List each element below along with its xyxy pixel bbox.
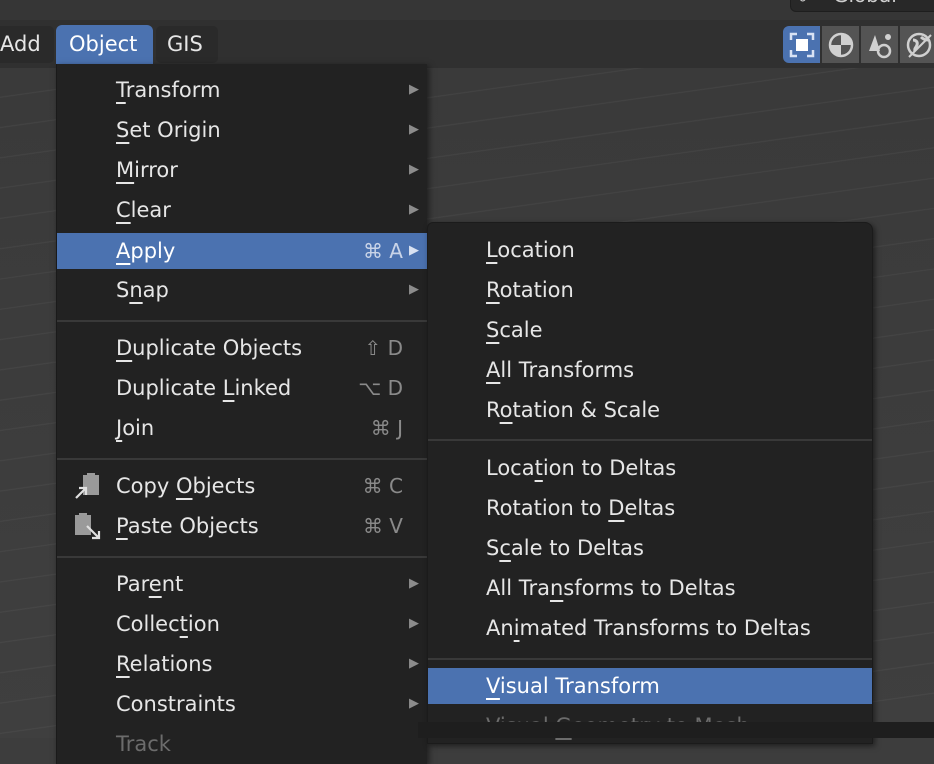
object-menu-item-constraints[interactable]: Constraints ▶ — [57, 686, 427, 722]
submenu-arrow-icon: ▶ — [409, 82, 419, 97]
menu-item-label: Location to Deltas — [486, 456, 677, 480]
object-menu-item-apply[interactable]: Apply ⌘ A ▶ — [57, 233, 427, 269]
shortcut-label: ⌘ A — [362, 239, 403, 263]
menu-object[interactable]: Object — [56, 25, 153, 64]
menu-add[interactable]: Add — [0, 26, 54, 63]
transform-orientation-icon: ⟜ — [799, 0, 813, 8]
object-menu-item-relations[interactable]: Relations ▶ — [57, 646, 427, 682]
rendered-shading-icon — [906, 32, 932, 58]
material-preview-icon — [868, 33, 891, 58]
object-menu-item-join[interactable]: Join ⌘ J — [57, 410, 427, 446]
object-menu-item-set-origin[interactable]: Set Origin ▶ — [57, 112, 427, 148]
menu-item-label: Transform — [116, 78, 221, 102]
apply-submenu-item-rotation-to-deltas[interactable]: Rotation to Deltas — [428, 490, 872, 526]
shortcut-label: ⇧ D — [364, 336, 403, 360]
solid-shading-icon — [828, 32, 853, 57]
paste-objects-icon — [73, 512, 103, 540]
object-menu-item-collection[interactable]: Collection ▶ — [57, 606, 427, 642]
rendered-shading-button[interactable] — [900, 26, 934, 63]
menu-item-label: Copy Objects — [116, 474, 256, 498]
menu-item-label: Rotation — [486, 278, 574, 302]
apply-submenu-item-scale-to-deltas[interactable]: Scale to Deltas — [428, 530, 872, 566]
menu-item-label: Location — [486, 238, 575, 262]
menu-separator — [428, 658, 872, 660]
menu-item-label: Relations — [116, 652, 213, 676]
menu-item-label: Animated Transforms to Deltas — [486, 616, 811, 640]
wireframe-shading-icon — [789, 32, 814, 57]
menu-gis[interactable]: GIS — [156, 26, 218, 63]
menu-item-label: Rotation to Deltas — [486, 496, 676, 520]
object-menu-item-clear[interactable]: Clear ▶ — [57, 192, 427, 228]
apply-submenu-item-rotation-scale[interactable]: Rotation & Scale — [428, 392, 872, 428]
object-menu-item-transform[interactable]: Transform ▶ — [57, 72, 427, 108]
submenu-arrow-icon: ▶ — [409, 616, 419, 631]
menu-item-label: Scale — [486, 318, 543, 342]
menu-item-label: Join — [116, 416, 155, 440]
apply-submenu-item-all-transforms-to-deltas[interactable]: All Transforms to Deltas — [428, 570, 872, 606]
shortcut-label: ⌥ D — [358, 376, 403, 400]
menu-item-label: Rotation & Scale — [486, 398, 661, 422]
shading-mode-group — [783, 26, 934, 63]
object-menu-item-parent[interactable]: Parent ▶ — [57, 566, 427, 602]
transform-orientation-dropdown[interactable]: ⟜ Global — [790, 0, 934, 12]
solid-shading-button[interactable] — [822, 26, 859, 63]
wireframe-shading-button[interactable] — [783, 26, 820, 63]
menu-item-label: Clear — [116, 198, 171, 222]
shortcut-label: ⌘ J — [370, 416, 403, 440]
menu-item-label: Apply — [116, 239, 176, 263]
menu-item-label: Duplicate Objects — [116, 336, 303, 360]
menu-item-label: Track — [116, 732, 171, 756]
apply-submenu-item-rotation[interactable]: Rotation — [428, 272, 872, 308]
menu-item-label: All Transforms — [486, 358, 635, 382]
shortcut-label: ⌘ V — [362, 514, 403, 538]
apply-submenu-item-all-transforms[interactable]: All Transforms — [428, 352, 872, 388]
transform-orientation-label: Global — [833, 0, 897, 7]
menu-item-label: Scale to Deltas — [486, 536, 644, 560]
submenu-arrow-icon: ▶ — [409, 122, 419, 137]
menu-item-label: Visual Transform — [486, 674, 660, 698]
object-menu-item-duplicate-linked[interactable]: Duplicate Linked ⌥ D — [57, 370, 427, 406]
apply-submenu-item-scale[interactable]: Scale — [428, 312, 872, 348]
menu-item-label: Snap — [116, 278, 169, 302]
menu-item-label: Paste Objects — [116, 514, 259, 538]
menu-item-label: Duplicate Linked — [116, 376, 292, 400]
apply-submenu-item-animated-transforms-to-deltas[interactable]: Animated Transforms to Deltas — [428, 610, 872, 646]
apply-submenu-item-location-to-deltas[interactable]: Location to Deltas — [428, 450, 872, 486]
top-strip: ⟜ Global — [0, 0, 934, 20]
apply-submenu-item-location[interactable]: Location — [428, 232, 872, 268]
submenu-arrow-icon: ▶ — [409, 202, 419, 217]
submenu-overflow-shadow — [418, 722, 934, 738]
menu-item-label: All Transforms to Deltas — [486, 576, 736, 600]
submenu-arrow-icon: ▶ — [409, 696, 419, 711]
object-menu-item-track[interactable]: Track — [57, 726, 427, 762]
object-menu-item-paste-objects[interactable]: Paste Objects ⌘ V — [57, 508, 427, 544]
copy-objects-icon — [73, 472, 103, 500]
submenu-arrow-icon: ▶ — [409, 282, 419, 297]
material-preview-button[interactable] — [861, 26, 898, 63]
menu-item-label: Mirror — [116, 158, 178, 182]
submenu-arrow-icon: ▶ — [409, 576, 419, 591]
shortcut-label: ⌘ C — [362, 474, 403, 498]
menu-separator — [428, 439, 872, 441]
apply-submenu-item-visual-transform[interactable]: Visual Transform — [428, 668, 872, 704]
menu-item-label: Collection — [116, 612, 220, 636]
menu-item-label: Constraints — [116, 692, 236, 716]
menu-separator — [57, 458, 427, 460]
object-menu: Transform ▶ Set Origin ▶ Mirror ▶ Clear ▶ Apply ⌘… — [56, 64, 427, 764]
submenu-arrow-icon: ▶ — [409, 243, 419, 258]
apply-submenu: Location Rotation Scale All Transforms Rotat… — [427, 222, 873, 744]
menu-separator — [57, 320, 427, 322]
object-menu-item-mirror[interactable]: Mirror ▶ — [57, 152, 427, 188]
object-menu-item-duplicate-objects[interactable]: Duplicate Objects ⇧ D — [57, 330, 427, 366]
object-menu-item-snap[interactable]: Snap ▶ — [57, 272, 427, 308]
menu-separator — [57, 556, 427, 558]
submenu-arrow-icon: ▶ — [409, 162, 419, 177]
menu-item-label: Parent — [116, 572, 184, 596]
object-menu-item-copy-objects[interactable]: Copy Objects ⌘ C — [57, 468, 427, 504]
submenu-arrow-icon: ▶ — [409, 656, 419, 671]
menu-item-label: Set Origin — [116, 118, 221, 142]
